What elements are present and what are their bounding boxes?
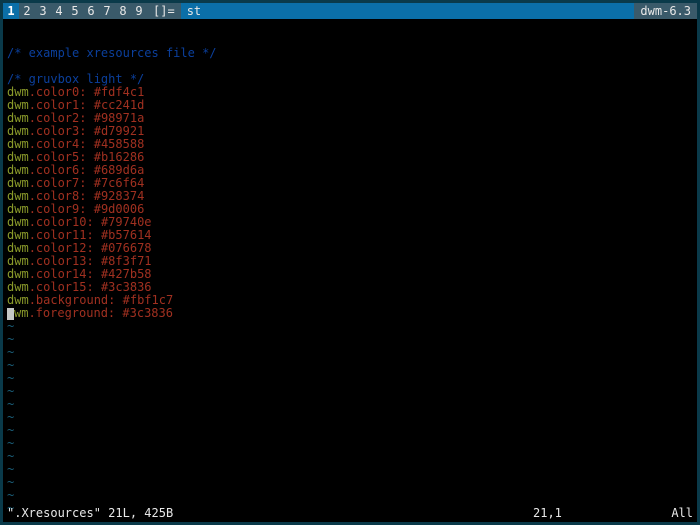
vim-tilde: ~ (7, 488, 14, 502)
vim-file-info: ".Xresources" 21L, 425B (7, 507, 173, 520)
vim-tilde: ~ (7, 410, 14, 424)
tag-9[interactable]: 9 (131, 3, 147, 19)
vim-tilde: ~ (7, 345, 14, 359)
comment-line: /* gruvbox light */ (7, 72, 144, 86)
vim-scroll-pct: All (653, 507, 693, 520)
layout-symbol[interactable]: []= (147, 3, 181, 19)
vim-tilde: ~ (7, 475, 14, 489)
vim-tilde: ~ (7, 358, 14, 372)
tag-3[interactable]: 3 (35, 3, 51, 19)
vim-tilde: ~ (7, 371, 14, 385)
vim-tilde: ~ (7, 423, 14, 437)
tag-2[interactable]: 2 (19, 3, 35, 19)
window-frame: 123456789 []= st dwm-6.3 /* example xres… (0, 0, 700, 525)
status-text: dwm-6.3 (634, 3, 697, 19)
vim-tilde: ~ (7, 319, 14, 333)
vim-status-line: ".Xresources" 21L, 425B 21,1 All (7, 507, 693, 520)
tag-7[interactable]: 7 (99, 3, 115, 19)
vim-tilde: ~ (7, 462, 14, 476)
tag-8[interactable]: 8 (115, 3, 131, 19)
vim-tilde: ~ (7, 449, 14, 463)
terminal[interactable]: /* example xresources file */ /* gruvbox… (3, 19, 697, 522)
vim-tilde: ~ (7, 397, 14, 411)
comment-line: /* example xresources file */ (7, 46, 217, 60)
vim-cursor-pos: 21,1 (533, 507, 653, 520)
tag-4[interactable]: 4 (51, 3, 67, 19)
vim-tilde: ~ (7, 384, 14, 398)
resource-line: wm.foreground: #3c3836 (7, 307, 693, 320)
dwm-bar: 123456789 []= st dwm-6.3 (3, 3, 697, 19)
tag-1[interactable]: 1 (3, 3, 19, 19)
tag-5[interactable]: 5 (67, 3, 83, 19)
tag-6[interactable]: 6 (83, 3, 99, 19)
vim-tilde: ~ (7, 436, 14, 450)
vim-tilde: ~ (7, 332, 14, 346)
window-title[interactable]: st (181, 3, 635, 19)
